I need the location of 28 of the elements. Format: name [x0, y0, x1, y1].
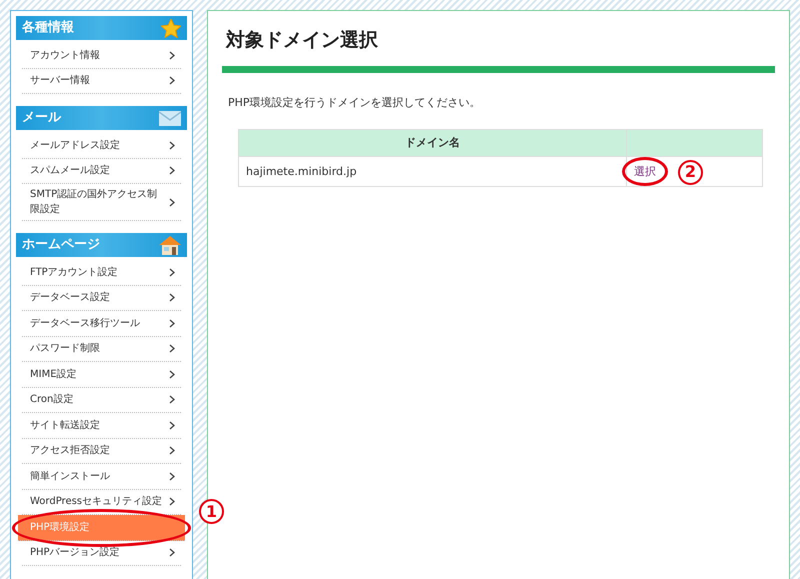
- sidebar-item[interactable]: SMTP認証の国外アクセス制限設定: [22, 184, 181, 221]
- sidebar-item[interactable]: 簡単インストール: [22, 464, 181, 490]
- sidebar-item[interactable]: PHPバージョン設定: [22, 540, 181, 566]
- sidebar-item[interactable]: MIME設定: [22, 362, 181, 388]
- column-header: ドメイン名: [238, 130, 626, 157]
- table-cell: hajimete.minibird.jp: [238, 156, 626, 187]
- sidebar-item[interactable]: データベース移行ツール: [22, 311, 181, 336]
- page-title: 対象ドメイン選択: [226, 29, 379, 52]
- sidebar-item[interactable]: サイト転送設定: [22, 413, 181, 438]
- sidebar-item[interactable]: アクセス拒否設定: [22, 438, 181, 464]
- sidebar-item[interactable]: サーバー情報: [22, 68, 181, 94]
- sidebar-item[interactable]: FTPアカウント設定: [22, 260, 181, 286]
- section-title: メール: [22, 109, 61, 128]
- envelope-icon: [159, 110, 181, 126]
- section-title: 各種情報: [22, 19, 74, 38]
- select-link[interactable]: 選択: [634, 164, 656, 178]
- sidebar-item[interactable]: データベース設定: [22, 286, 181, 311]
- house-icon: [159, 236, 181, 254]
- sidebar-item[interactable]: Cron設定: [22, 388, 181, 413]
- instruction-text: PHP環境設定を行うドメインを選択してください。: [228, 94, 482, 111]
- sidebar-item[interactable]: メールアドレス設定: [22, 133, 181, 158]
- star-icon: [161, 18, 181, 38]
- sidebar-item[interactable]: パスワード制限: [22, 336, 181, 362]
- annotation-ellipse: [622, 156, 668, 186]
- sidebar-item[interactable]: アカウント情報: [22, 43, 181, 68]
- sidebar-item[interactable]: スパムメール設定: [22, 158, 181, 184]
- annotation-number: 1: [199, 499, 224, 524]
- section-title: ホームページ: [22, 236, 100, 254]
